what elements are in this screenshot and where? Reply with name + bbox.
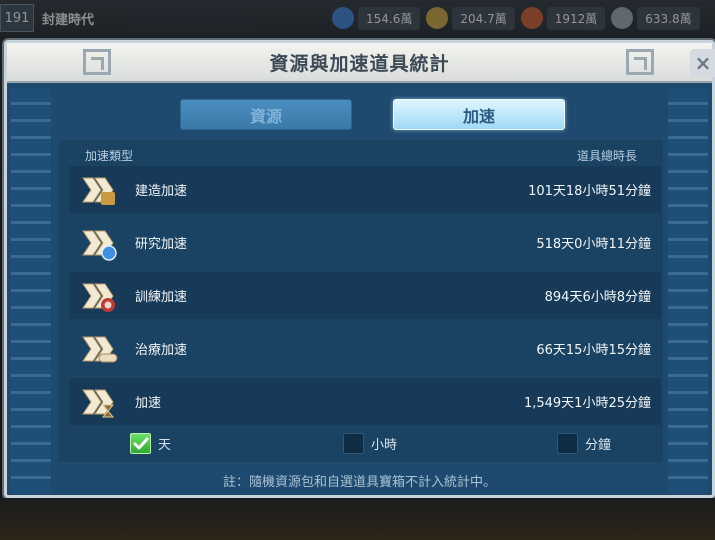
row-name: 建造加速 bbox=[135, 184, 188, 199]
row-name: 研究加速 bbox=[135, 237, 188, 252]
fret-ornament-icon bbox=[83, 49, 111, 75]
table-row: 訓練加速 894天6小時8分鐘 bbox=[69, 272, 661, 319]
row-time: 518天0小時11分鐘 bbox=[536, 237, 651, 252]
row-time: 101天18小時51分鐘 bbox=[528, 184, 651, 199]
resource-stone[interactable]: 1912萬 bbox=[520, 6, 606, 30]
checkbox-box[interactable] bbox=[557, 433, 578, 454]
checkbox-label: 天 bbox=[158, 438, 172, 453]
tab-resources[interactable]: 資源 bbox=[180, 99, 352, 130]
resource-wood[interactable]: 204.7萬 bbox=[426, 6, 515, 30]
checkbox-box[interactable] bbox=[130, 433, 151, 454]
training-speedup-icon bbox=[79, 276, 119, 316]
row-name: 訓練加速 bbox=[135, 290, 188, 305]
check-icon bbox=[133, 437, 148, 449]
era-label: 封建時代 bbox=[42, 12, 95, 28]
fret-ornament-icon bbox=[626, 49, 654, 75]
row-name: 治療加速 bbox=[135, 343, 188, 358]
row-time: 894天6小時8分鐘 bbox=[544, 290, 651, 305]
checkbox-label: 小時 bbox=[371, 438, 398, 453]
row-time: 66天15小時15分鐘 bbox=[536, 343, 651, 358]
resource-value: 1912萬 bbox=[546, 6, 606, 30]
stats-modal: 資源與加速道具統計 × 資源 加速 加速類型 道具總時長 建造加速 101天18… bbox=[4, 40, 715, 498]
table-row: 治療加速 66天15小時15分鐘 bbox=[69, 325, 661, 372]
research-speedup-icon bbox=[79, 223, 119, 263]
healing-speedup-icon bbox=[79, 329, 119, 369]
gold-icon bbox=[611, 7, 634, 29]
game-bottom-strip bbox=[0, 498, 715, 540]
column-header-type: 加速類型 bbox=[85, 149, 134, 163]
close-button[interactable]: × bbox=[690, 49, 715, 77]
checkbox-box[interactable] bbox=[343, 433, 364, 454]
table-row: 建造加速 101天18小時51分鐘 bbox=[69, 166, 661, 213]
wood-icon bbox=[426, 7, 449, 29]
unit-options: 天 小時 分鐘 bbox=[7, 433, 712, 459]
stone-icon bbox=[520, 7, 543, 29]
resource-value: 633.8萬 bbox=[637, 6, 700, 30]
checkbox-label: 分鐘 bbox=[585, 438, 612, 453]
food-icon bbox=[332, 7, 354, 29]
resource-value: 204.7萬 bbox=[452, 6, 515, 30]
build-speedup-icon bbox=[79, 170, 119, 210]
footnote: 註：隨機資源包和自選道具寶箱不計入統計中。 bbox=[222, 475, 496, 490]
universal-speedup-icon bbox=[79, 382, 119, 422]
table-row: 加速 1,549天1小時25分鐘 bbox=[69, 378, 661, 425]
row-time: 1,549天1小時25分鐘 bbox=[523, 396, 651, 411]
checkbox-minutes[interactable]: 分鐘 bbox=[557, 433, 611, 454]
resource-value: 154.6萬 bbox=[358, 6, 421, 30]
checkbox-days[interactable]: 天 bbox=[130, 433, 171, 454]
checkbox-hours[interactable]: 小時 bbox=[343, 433, 397, 454]
tab-bar: 資源 加速 bbox=[7, 99, 712, 133]
table-row: 研究加速 518天0小時11分鐘 bbox=[69, 219, 661, 266]
player-level[interactable]: 191 bbox=[0, 4, 34, 32]
modal-title: 資源與加速道具統計 bbox=[269, 52, 450, 75]
column-header-total: 道具總時長 bbox=[576, 149, 637, 163]
tab-speedup[interactable]: 加速 bbox=[393, 99, 565, 130]
row-name: 加速 bbox=[135, 396, 162, 411]
resource-gold[interactable]: 633.8萬 bbox=[611, 6, 700, 30]
resource-food[interactable]: 154.6萬 bbox=[332, 6, 421, 30]
modal-header: 資源與加速道具統計 × bbox=[7, 43, 715, 83]
top-hud: 191 封建時代 154.6萬 204.7萬 1912萬 633.8萬 bbox=[0, 0, 715, 36]
